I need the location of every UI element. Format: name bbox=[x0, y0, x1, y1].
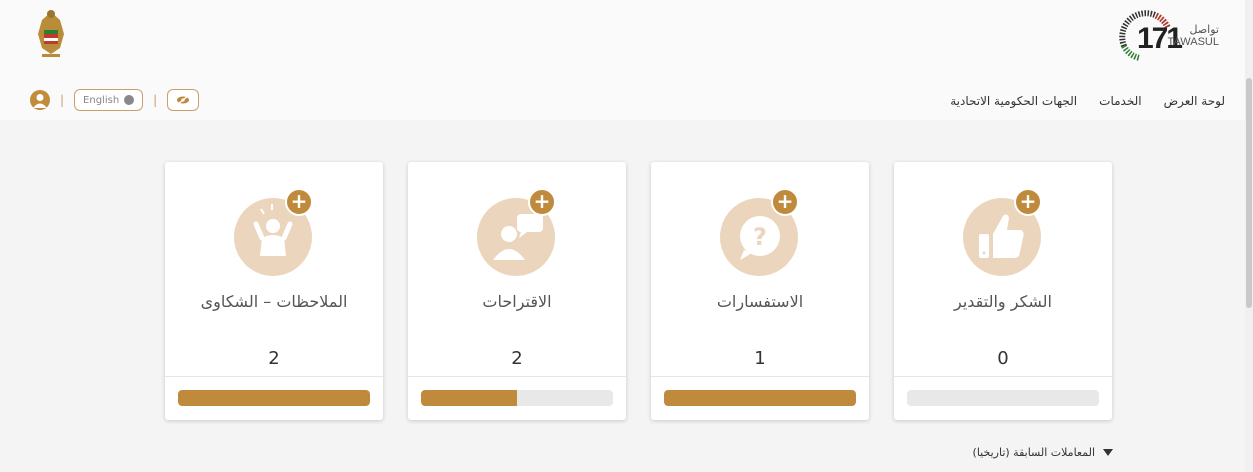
globe-icon bbox=[124, 95, 135, 105]
nav-item-dashboard[interactable]: لوحة العرض bbox=[1164, 94, 1225, 108]
card-count: 2 bbox=[268, 348, 280, 369]
card-title: الاستفسارات bbox=[716, 292, 804, 311]
divider bbox=[651, 376, 869, 377]
scrollbar[interactable] bbox=[1245, 0, 1253, 472]
history-toggle[interactable]: المعاملات السابقة (تاريخيا) bbox=[973, 446, 1113, 459]
progress-fill bbox=[178, 390, 370, 406]
card-count: 2 bbox=[511, 348, 523, 369]
accessibility-toggle-button[interactable] bbox=[167, 89, 200, 111]
progress-bar bbox=[421, 390, 613, 406]
card-suggestions[interactable]: + الاقتراحات 2 bbox=[408, 162, 626, 420]
eye-slash-icon bbox=[177, 95, 190, 105]
svg-text:?: ? bbox=[753, 223, 767, 251]
card-count: 1 bbox=[754, 348, 766, 369]
divider bbox=[408, 376, 626, 377]
add-icon[interactable]: + bbox=[1014, 188, 1042, 216]
divider bbox=[894, 376, 1112, 377]
progress-bar bbox=[178, 390, 370, 406]
header: 171 تواصل TAWASUL | English | لوحة العرض… bbox=[0, 0, 1253, 120]
uae-emblem-logo[interactable] bbox=[30, 8, 72, 60]
add-icon[interactable]: + bbox=[528, 188, 556, 216]
main-nav: لوحة العرض الخدمات الجهات الحكومية الاتح… bbox=[950, 94, 1225, 108]
card-title: الشكر والتقدير bbox=[954, 292, 1052, 311]
divider bbox=[165, 376, 383, 377]
thanks-icon: + bbox=[963, 188, 1043, 276]
page: 171 تواصل TAWASUL | English | لوحة العرض… bbox=[0, 0, 1253, 472]
suggestions-icon: + bbox=[477, 188, 557, 276]
separator: | bbox=[153, 93, 158, 107]
progress-bar bbox=[907, 390, 1099, 406]
inquiries-icon: ? + bbox=[720, 188, 800, 276]
nav-item-services[interactable]: الخدمات bbox=[1099, 94, 1141, 108]
card-count: 0 bbox=[997, 348, 1009, 369]
user-icon[interactable] bbox=[30, 90, 50, 110]
progress-bar bbox=[664, 390, 856, 406]
add-icon[interactable]: + bbox=[771, 188, 799, 216]
nav-item-federal-entities[interactable]: الجهات الحكومية الاتحادية bbox=[950, 94, 1077, 108]
filter-icon bbox=[1103, 449, 1113, 456]
scrollbar-thumb[interactable] bbox=[1246, 78, 1252, 308]
progress-fill bbox=[421, 390, 517, 406]
card-title: الملاحظات – الشكاوى bbox=[200, 292, 348, 311]
card-thanks[interactable]: + الشكر والتقدير 0 bbox=[894, 162, 1112, 420]
tawasul-wordmark: تواصل TAWASUL bbox=[1167, 23, 1219, 49]
add-icon[interactable]: + bbox=[285, 188, 313, 216]
language-button[interactable]: English bbox=[74, 89, 144, 111]
complaints-icon: + bbox=[234, 188, 314, 276]
language-label: English bbox=[83, 94, 120, 106]
card-complaints[interactable]: + الملاحظات – الشكاوى 2 bbox=[165, 162, 383, 420]
progress-fill bbox=[664, 390, 856, 406]
tawasul-name-ar: تواصل bbox=[1189, 23, 1219, 36]
cards-row: + الملاحظات – الشكاوى 2 + الاقتراحات 2 ?… bbox=[165, 162, 1113, 420]
card-inquiries[interactable]: ? + الاستفسارات 1 bbox=[651, 162, 869, 420]
separator: | bbox=[60, 93, 65, 107]
top-tools: | English | bbox=[30, 88, 200, 112]
tawasul-name-en: TAWASUL bbox=[1167, 36, 1219, 48]
card-title: الاقتراحات bbox=[482, 292, 552, 311]
history-label: المعاملات السابقة (تاريخيا) bbox=[972, 446, 1095, 459]
